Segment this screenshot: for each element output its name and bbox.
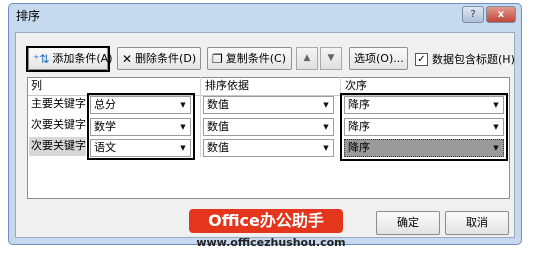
options-label: 选项(O)... [354, 52, 404, 65]
move-up-button[interactable]: ▲ [296, 47, 318, 70]
dialog-title: 排序 [16, 9, 41, 23]
order-highlight [340, 93, 508, 161]
sort-on-select[interactable]: 数值 ▼ [203, 96, 334, 114]
column-highlight [87, 93, 195, 160]
row-label: 主要关键字 [31, 97, 86, 110]
copy-icon: ❐ [212, 51, 223, 66]
row-label: 次要关键字 [31, 118, 86, 131]
close-button[interactable]: x [486, 6, 516, 23]
sort-on-select-value: 数值 [207, 98, 229, 111]
chevron-down-icon[interactable]: ▼ [319, 119, 333, 135]
column-divider [200, 77, 201, 157]
ok-button[interactable]: 确定 [376, 211, 440, 235]
move-down-button[interactable]: ▼ [320, 47, 342, 70]
row-label: 次要关键字 [31, 139, 86, 152]
chevron-down-icon[interactable]: ▼ [319, 97, 333, 113]
copy-level-label: 复制条件(C) [225, 52, 287, 65]
delete-icon: ✕ [122, 51, 133, 66]
copy-level-button[interactable]: ❐ 复制条件(C) [207, 47, 292, 70]
sort-on-select[interactable]: 数值 ▼ [203, 118, 334, 136]
add-level-highlight [26, 46, 110, 72]
sort-on-select-value: 数值 [207, 120, 229, 133]
sort-on-header: 排序依据 [205, 79, 249, 92]
options-button[interactable]: 选项(O)... [349, 47, 408, 70]
delete-level-label: 删除条件(D) [135, 52, 197, 65]
has-headers-option[interactable]: ✓ 数据包含标题(H) [415, 51, 515, 67]
sort-on-select[interactable]: 数值 ▼ [203, 139, 334, 157]
column-header: 列 [31, 79, 42, 92]
cancel-button[interactable]: 取消 [445, 211, 509, 235]
has-headers-checkbox[interactable]: ✓ [415, 52, 428, 66]
delete-level-button[interactable]: ✕ 删除条件(D) [117, 47, 201, 70]
has-headers-label: 数据包含标题(H) [432, 53, 515, 66]
watermark-logo: Office办公助手 [189, 209, 343, 233]
help-button[interactable]: ? [462, 6, 484, 23]
watermark-url: www.officezhushou.com [196, 236, 346, 249]
chevron-down-icon[interactable]: ▼ [319, 140, 333, 156]
sort-on-select-value: 数值 [207, 141, 229, 154]
